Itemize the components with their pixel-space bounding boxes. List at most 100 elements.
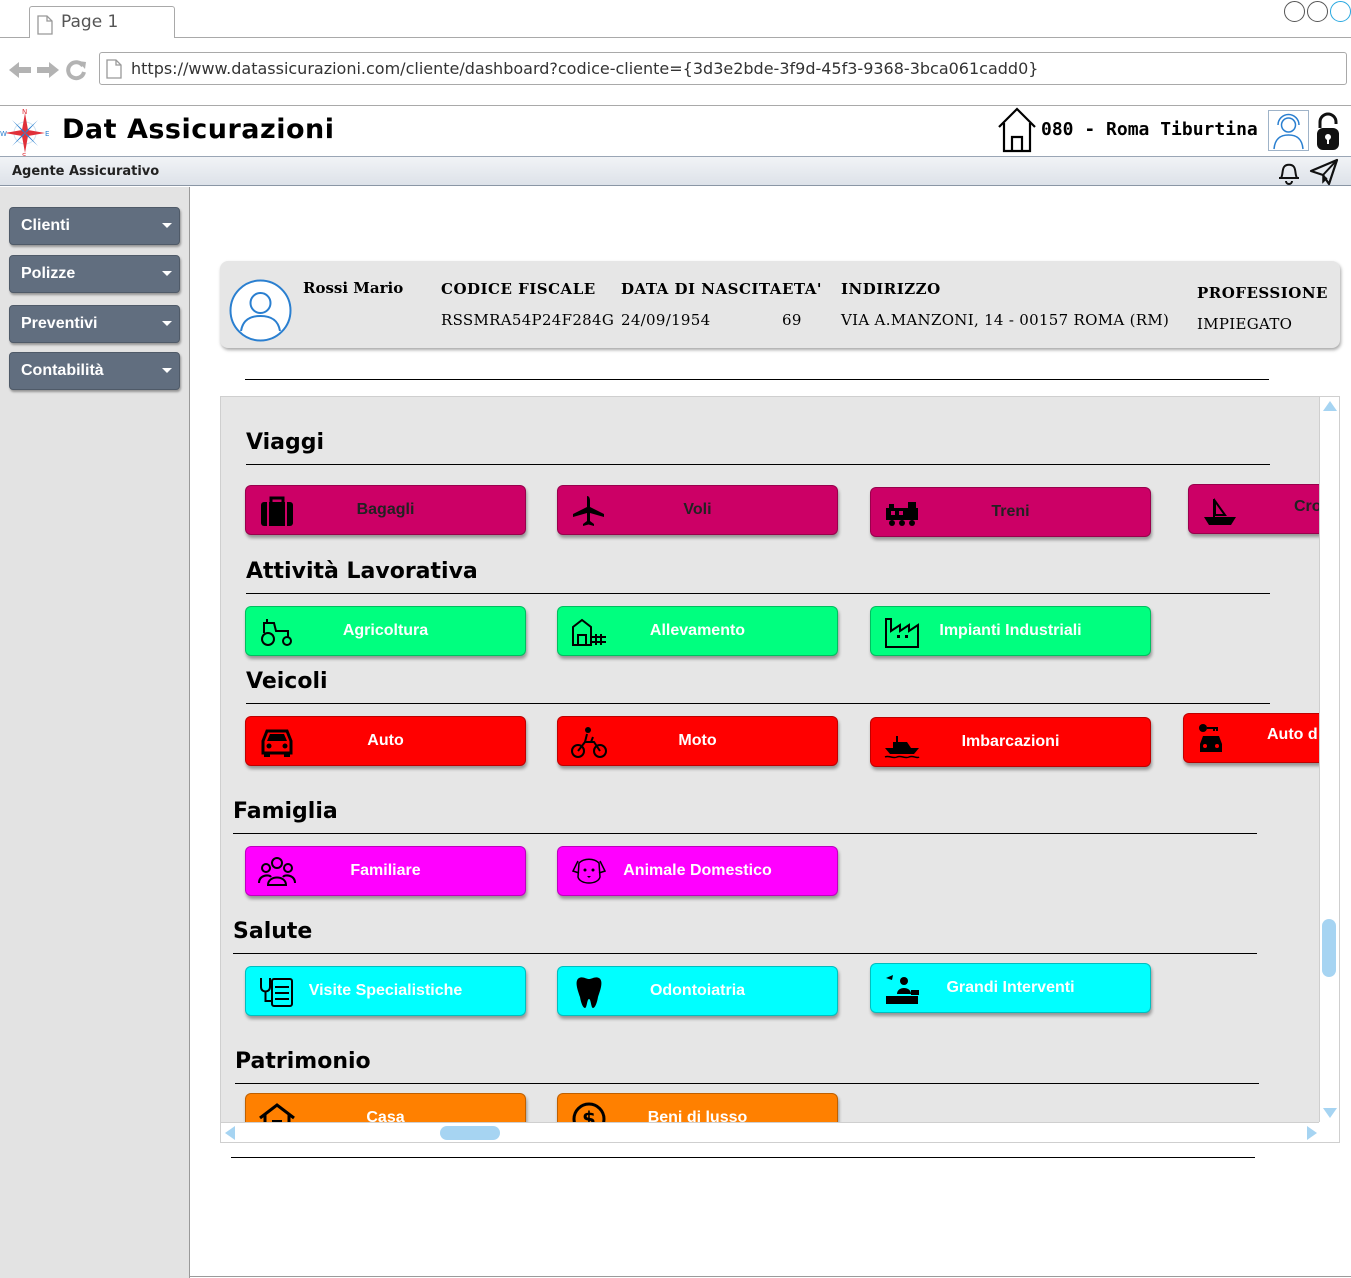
tile-treni[interactable]: Treni: [870, 487, 1151, 537]
tile-odontoiatria[interactable]: Odontoiatria: [557, 966, 838, 1016]
section-divider: [246, 464, 1270, 465]
tile-impianti-industriali[interactable]: Impianti Industriali: [870, 606, 1151, 656]
sidebar-item-label: Clienti: [21, 217, 70, 234]
tile-crociere[interactable]: Cro: [1188, 484, 1321, 534]
address-value: VIA A.MANZONI, 14 - 00157 ROMA (RM): [841, 311, 1170, 329]
tile-auto-d[interactable]: Auto d: [1183, 713, 1321, 763]
section-title-patrimonio: Patrimonio: [235, 1049, 371, 1074]
profession-label: PROFESSIONE: [1197, 284, 1328, 302]
url-text: https://www.datassicurazioni.com/cliente…: [131, 59, 1039, 78]
sidebar-item-contabilita[interactable]: Contabilità: [9, 352, 180, 390]
scroll-up-arrow-icon[interactable]: [1323, 401, 1337, 411]
product-panel[interactable]: Viaggi Bagagli Voli Treni Cro Attività L…: [220, 396, 1340, 1143]
browser-tab[interactable]: Page 1: [29, 6, 175, 39]
app-header: N S W E Dat Assicurazioni 080 - Roma Tib…: [0, 106, 1351, 158]
sidebar: Clienti Polizze Preventivi Contabilità: [0, 187, 190, 1278]
scroll-left-arrow-icon[interactable]: [225, 1126, 235, 1140]
svg-text:W: W: [0, 130, 7, 138]
maximize-button[interactable]: [1307, 1, 1328, 22]
operator-avatar[interactable]: [1268, 110, 1309, 151]
tile-animale-domestico[interactable]: Animale Domestico: [557, 846, 838, 896]
horizontal-scrollbar[interactable]: [221, 1122, 1321, 1142]
tile-label: Grandi Interventi: [946, 979, 1075, 996]
caret-down-icon: [162, 321, 172, 326]
tile-label: Familiare: [350, 862, 421, 879]
tile-agricoltura[interactable]: Agricoltura: [245, 606, 526, 656]
tile-label: Voli: [683, 501, 712, 518]
scroll-right-arrow-icon[interactable]: [1307, 1126, 1317, 1140]
tile-label: Imbarcazioni: [961, 733, 1060, 750]
bottom-border: [190, 1276, 1351, 1277]
forward-arrow-icon[interactable]: [36, 60, 60, 80]
sidebar-item-preventivi[interactable]: Preventivi: [9, 305, 180, 343]
send-icon[interactable]: [1309, 158, 1339, 186]
section-divider: [233, 953, 1257, 954]
url-input[interactable]: https://www.datassicurazioni.com/cliente…: [99, 52, 1347, 85]
tile-label: Auto d: [1267, 726, 1318, 743]
tile-visite-specialistiche[interactable]: Visite Specialistiche: [245, 966, 526, 1016]
divider: [245, 379, 1269, 380]
divider: [231, 1157, 1255, 1158]
tile-auto[interactable]: Auto: [245, 716, 526, 766]
tile-label: Agricoltura: [342, 622, 429, 639]
compass-logo-icon: N S W E: [0, 108, 49, 158]
section-divider: [235, 1083, 1259, 1084]
caret-down-icon: [162, 368, 172, 373]
tile-moto[interactable]: Moto: [557, 716, 838, 766]
operator-icon: [1273, 113, 1304, 150]
svg-text:E: E: [45, 130, 49, 138]
section-title-viaggi: Viaggi: [246, 430, 325, 455]
address-label: INDIRIZZO: [841, 280, 941, 298]
tile-imbarcazioni[interactable]: Imbarcazioni: [870, 717, 1151, 767]
role-bar: Agente Assicurativo: [0, 156, 1351, 186]
reload-icon[interactable]: [64, 59, 88, 81]
age-value: 69: [782, 311, 802, 329]
sidebar-item-label: Polizze: [21, 265, 76, 282]
tile-voli[interactable]: Voli: [557, 485, 838, 535]
tile-allevamento[interactable]: Allevamento: [557, 606, 838, 656]
sidebar-item-clienti[interactable]: Clienti: [9, 207, 180, 245]
tile-beni-di-lusso[interactable]: $ Beni di lusso: [557, 1093, 838, 1124]
product-panel-content: Viaggi Bagagli Voli Treni Cro Attività L…: [221, 397, 1321, 1124]
tile-label: Auto: [367, 732, 404, 749]
sidebar-item-label: Contabilità: [21, 362, 104, 379]
ship-icon: [1204, 497, 1236, 525]
tile-label: Bagagli: [356, 501, 415, 518]
minimize-button[interactable]: [1284, 1, 1305, 22]
section-divider: [246, 593, 1270, 594]
app-title: Dat Assicurazioni: [62, 114, 335, 145]
vertical-scroll-thumb[interactable]: [1322, 919, 1336, 977]
section-title-veicoli: Veicoli: [246, 669, 328, 694]
lock-icon[interactable]: [1313, 112, 1343, 152]
tile-bagagli[interactable]: Bagagli: [245, 485, 526, 535]
bell-icon[interactable]: [1277, 159, 1301, 185]
section-title-attivita-lavorativa: Attività Lavorativa: [246, 559, 478, 584]
window-controls: [1284, 1, 1351, 22]
tile-label: Impianti Industriali: [939, 622, 1082, 639]
tile-label: Cro: [1294, 498, 1321, 515]
profession-value: IMPIEGATO: [1197, 315, 1293, 333]
tab-title: Page 1: [61, 12, 119, 32]
section-title-famiglia: Famiglia: [233, 799, 338, 824]
scroll-down-arrow-icon[interactable]: [1323, 1108, 1337, 1118]
page-icon: [106, 59, 122, 79]
close-button[interactable]: [1330, 1, 1351, 22]
horizontal-scroll-thumb[interactable]: [440, 1126, 500, 1140]
tile-grandi-interventi[interactable]: Grandi Interventi: [870, 963, 1151, 1013]
back-arrow-icon[interactable]: [8, 60, 32, 80]
tile-familiare[interactable]: Familiare: [245, 846, 526, 896]
svg-text:N: N: [22, 108, 27, 116]
section-title-salute: Salute: [233, 919, 313, 944]
section-divider: [246, 703, 1270, 704]
tile-label: Treni: [991, 503, 1030, 520]
tile-label: Animale Domestico: [623, 862, 772, 879]
tile-casa[interactable]: Casa: [245, 1093, 526, 1124]
tile-label: Allevamento: [649, 622, 746, 639]
home-icon[interactable]: [996, 106, 1038, 154]
age-label: ETA': [782, 280, 823, 298]
vertical-scrollbar[interactable]: [1319, 397, 1339, 1124]
tile-label: Visite Specialistiche: [308, 982, 463, 999]
sidebar-item-polizze[interactable]: Polizze: [9, 255, 180, 293]
birthdate-label: DATA DI NASCITA: [621, 280, 782, 298]
fiscal-code-label: CODICE FISCALE: [441, 280, 596, 298]
